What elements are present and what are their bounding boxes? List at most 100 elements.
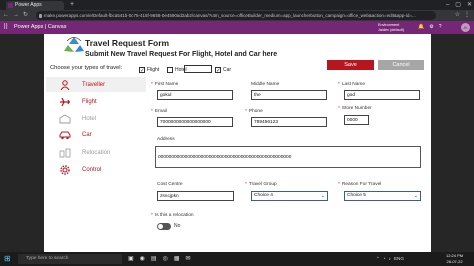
browser-toolbar-icons: ☆ ⋮: [455, 10, 470, 21]
cost-centre-field[interactable]: zsncjpkn: [157, 191, 234, 201]
extensions-icon[interactable]: ⋮: [464, 10, 470, 21]
taskbar-search[interactable]: Type here to search: [18, 254, 122, 264]
hotel-icon: [58, 113, 72, 125]
back-icon[interactable]: ←: [3, 10, 9, 21]
chrome-icon[interactable]: ◎: [163, 253, 168, 265]
phone-label: * Phone: [245, 109, 263, 114]
maximize-button[interactable]: ▢: [455, 0, 461, 10]
sidebar-item-flight[interactable]: Flight: [46, 94, 146, 109]
email-label: * Email: [151, 109, 167, 114]
store-icon[interactable]: ▦: [174, 253, 180, 265]
file-explorer-icon[interactable]: ▤: [151, 253, 157, 265]
help-icon[interactable]: ?: [439, 21, 442, 34]
reason-value: Choice 5: [347, 193, 366, 198]
sidebar-item-relocation[interactable]: Relocation: [46, 145, 146, 160]
chevron-down-icon: ⌄: [413, 193, 418, 199]
powerapps-header: ⠿ Power Apps | Canvas Environment Jaidev…: [0, 21, 474, 34]
address-label: Address: [157, 137, 175, 142]
hotel-checkbox[interactable]: [167, 66, 173, 73]
email-field[interactable]: 7000000000000000000: [157, 117, 233, 127]
user-icon: [58, 79, 72, 91]
relocation-label: * Is this a relocation: [151, 213, 194, 218]
sidebar-item-label: Hotel: [82, 115, 97, 122]
lock-icon: [39, 13, 42, 18]
last-name-label: * Last Name: [338, 82, 366, 87]
task-view-icon[interactable]: ▣: [128, 253, 134, 265]
tray-chevron-icon[interactable]: ⌃: [376, 253, 380, 265]
store-number-label: * Store Number: [338, 106, 372, 111]
powerapps-title: Power Apps | Canvas: [14, 24, 67, 30]
sidebar-item-label: Control: [82, 166, 102, 173]
wifi-icon[interactable]: ◔: [383, 253, 386, 265]
bell-icon[interactable]: 🔔: [418, 21, 424, 34]
first-name-field[interactable]: gokul: [157, 90, 233, 100]
minimize-button[interactable]: –: [446, 0, 449, 10]
travel-type-flight[interactable]: ✓ Flight: [139, 65, 159, 74]
windows-start-icon[interactable]: ⊞: [4, 255, 12, 263]
travel-group-value: Choice 4: [254, 193, 273, 198]
middle-name-label: Middle Name: [251, 82, 280, 87]
airplane-icon: [58, 96, 72, 108]
toggle-knob: [158, 224, 163, 229]
flight-checkbox-label: Flight: [147, 66, 160, 73]
travel-logo-icon: [64, 37, 84, 52]
new-tab-button[interactable]: +: [68, 1, 76, 9]
app-launcher-icon[interactable]: ⠿: [3, 24, 10, 31]
save-button[interactable]: Save: [327, 60, 374, 70]
sidebar-item-hotel[interactable]: Hotel: [46, 111, 146, 126]
canvas-gutter-left: [0, 34, 44, 252]
sidebar-item-car[interactable]: Car: [46, 127, 146, 142]
hotel-option-box: [184, 65, 212, 73]
close-window-button[interactable]: ✕: [467, 0, 472, 10]
reason-dropdown[interactable]: Choice 5 ⌄: [344, 191, 421, 201]
car-checkbox[interactable]: ✓: [215, 66, 221, 74]
store-number-field[interactable]: 0000: [344, 115, 369, 125]
flight-checkbox[interactable]: ✓: [139, 66, 145, 74]
travel-group-label: * Travel Group: [245, 182, 277, 187]
browser-tab[interactable]: Power Apps: [6, 1, 64, 10]
url-bar[interactable]: make.powerapps.com/e/Default-fbca541b-0c…: [36, 11, 436, 20]
taskbar-apps: ▣ ◉ ▤ ◎ ▦ ✉: [128, 253, 191, 265]
relocation-icon: [58, 147, 72, 159]
address-field[interactable]: 0000000000000000000000000000000000000000…: [155, 146, 421, 168]
car-checkbox-label: Car: [223, 66, 232, 73]
sidebar-item-label: Relocation: [82, 149, 111, 156]
mail-icon[interactable]: ✉: [186, 253, 191, 265]
sidebar-item-traveller[interactable]: Traveller: [46, 77, 146, 92]
cost-centre-label: Cost Centre: [157, 182, 183, 187]
environment-info[interactable]: Environment Jaidev (default): [378, 23, 404, 33]
travel-type-car[interactable]: ✓ Car: [215, 65, 231, 74]
travel-group-dropdown[interactable]: Choice 4 ⌄: [251, 191, 328, 201]
sidebar-item-label: Traveller: [82, 81, 106, 88]
window-controls: – ▢ ✕: [446, 0, 472, 10]
star-icon[interactable]: ☆: [455, 10, 460, 21]
avatar[interactable]: JK: [461, 23, 470, 32]
language-indicator[interactable]: ENG: [394, 253, 404, 265]
clock-date: 28-07-22: [446, 259, 463, 264]
middle-name-field[interactable]: the: [251, 90, 327, 100]
environment-name: Jaidev (default): [378, 27, 404, 32]
relocation-toggle[interactable]: [157, 223, 171, 230]
phone-field[interactable]: 789456123: [251, 117, 327, 127]
last-name-field[interactable]: god: [344, 90, 420, 100]
system-tray: ⌃ ◔ ♪ ENG: [376, 253, 404, 265]
form-subtitle: Submit New Travel Request For Flight, Ho…: [85, 51, 278, 58]
header-icons: 🔔 ⚙ ?: [418, 21, 442, 34]
first-name-label: * First Name: [151, 82, 179, 87]
edge-icon[interactable]: ◉: [140, 253, 145, 265]
sidebar-item-label: Flight: [82, 98, 97, 105]
address-value: 0000000000000000000000000000000000000000…: [158, 155, 292, 160]
relocation-toggle-value: No: [174, 223, 181, 229]
gear-icon: [58, 164, 72, 176]
gear-icon[interactable]: ⚙: [429, 21, 433, 34]
forward-icon[interactable]: →: [13, 10, 19, 21]
volume-icon[interactable]: ♪: [389, 253, 391, 265]
form-title: Travel Request Form: [85, 38, 170, 48]
chevron-down-icon: ⌄: [320, 193, 325, 199]
powerapps-favicon-icon: [8, 3, 13, 8]
taskbar-clock[interactable]: 12:24 PM 28-07-22: [446, 253, 463, 265]
reload-icon[interactable]: ↻: [23, 10, 28, 21]
url-text: make.powerapps.com/e/Default-fbca541b-0c…: [44, 13, 416, 18]
cancel-button[interactable]: Cancel: [378, 60, 424, 70]
sidebar-item-control[interactable]: Control: [46, 162, 146, 177]
